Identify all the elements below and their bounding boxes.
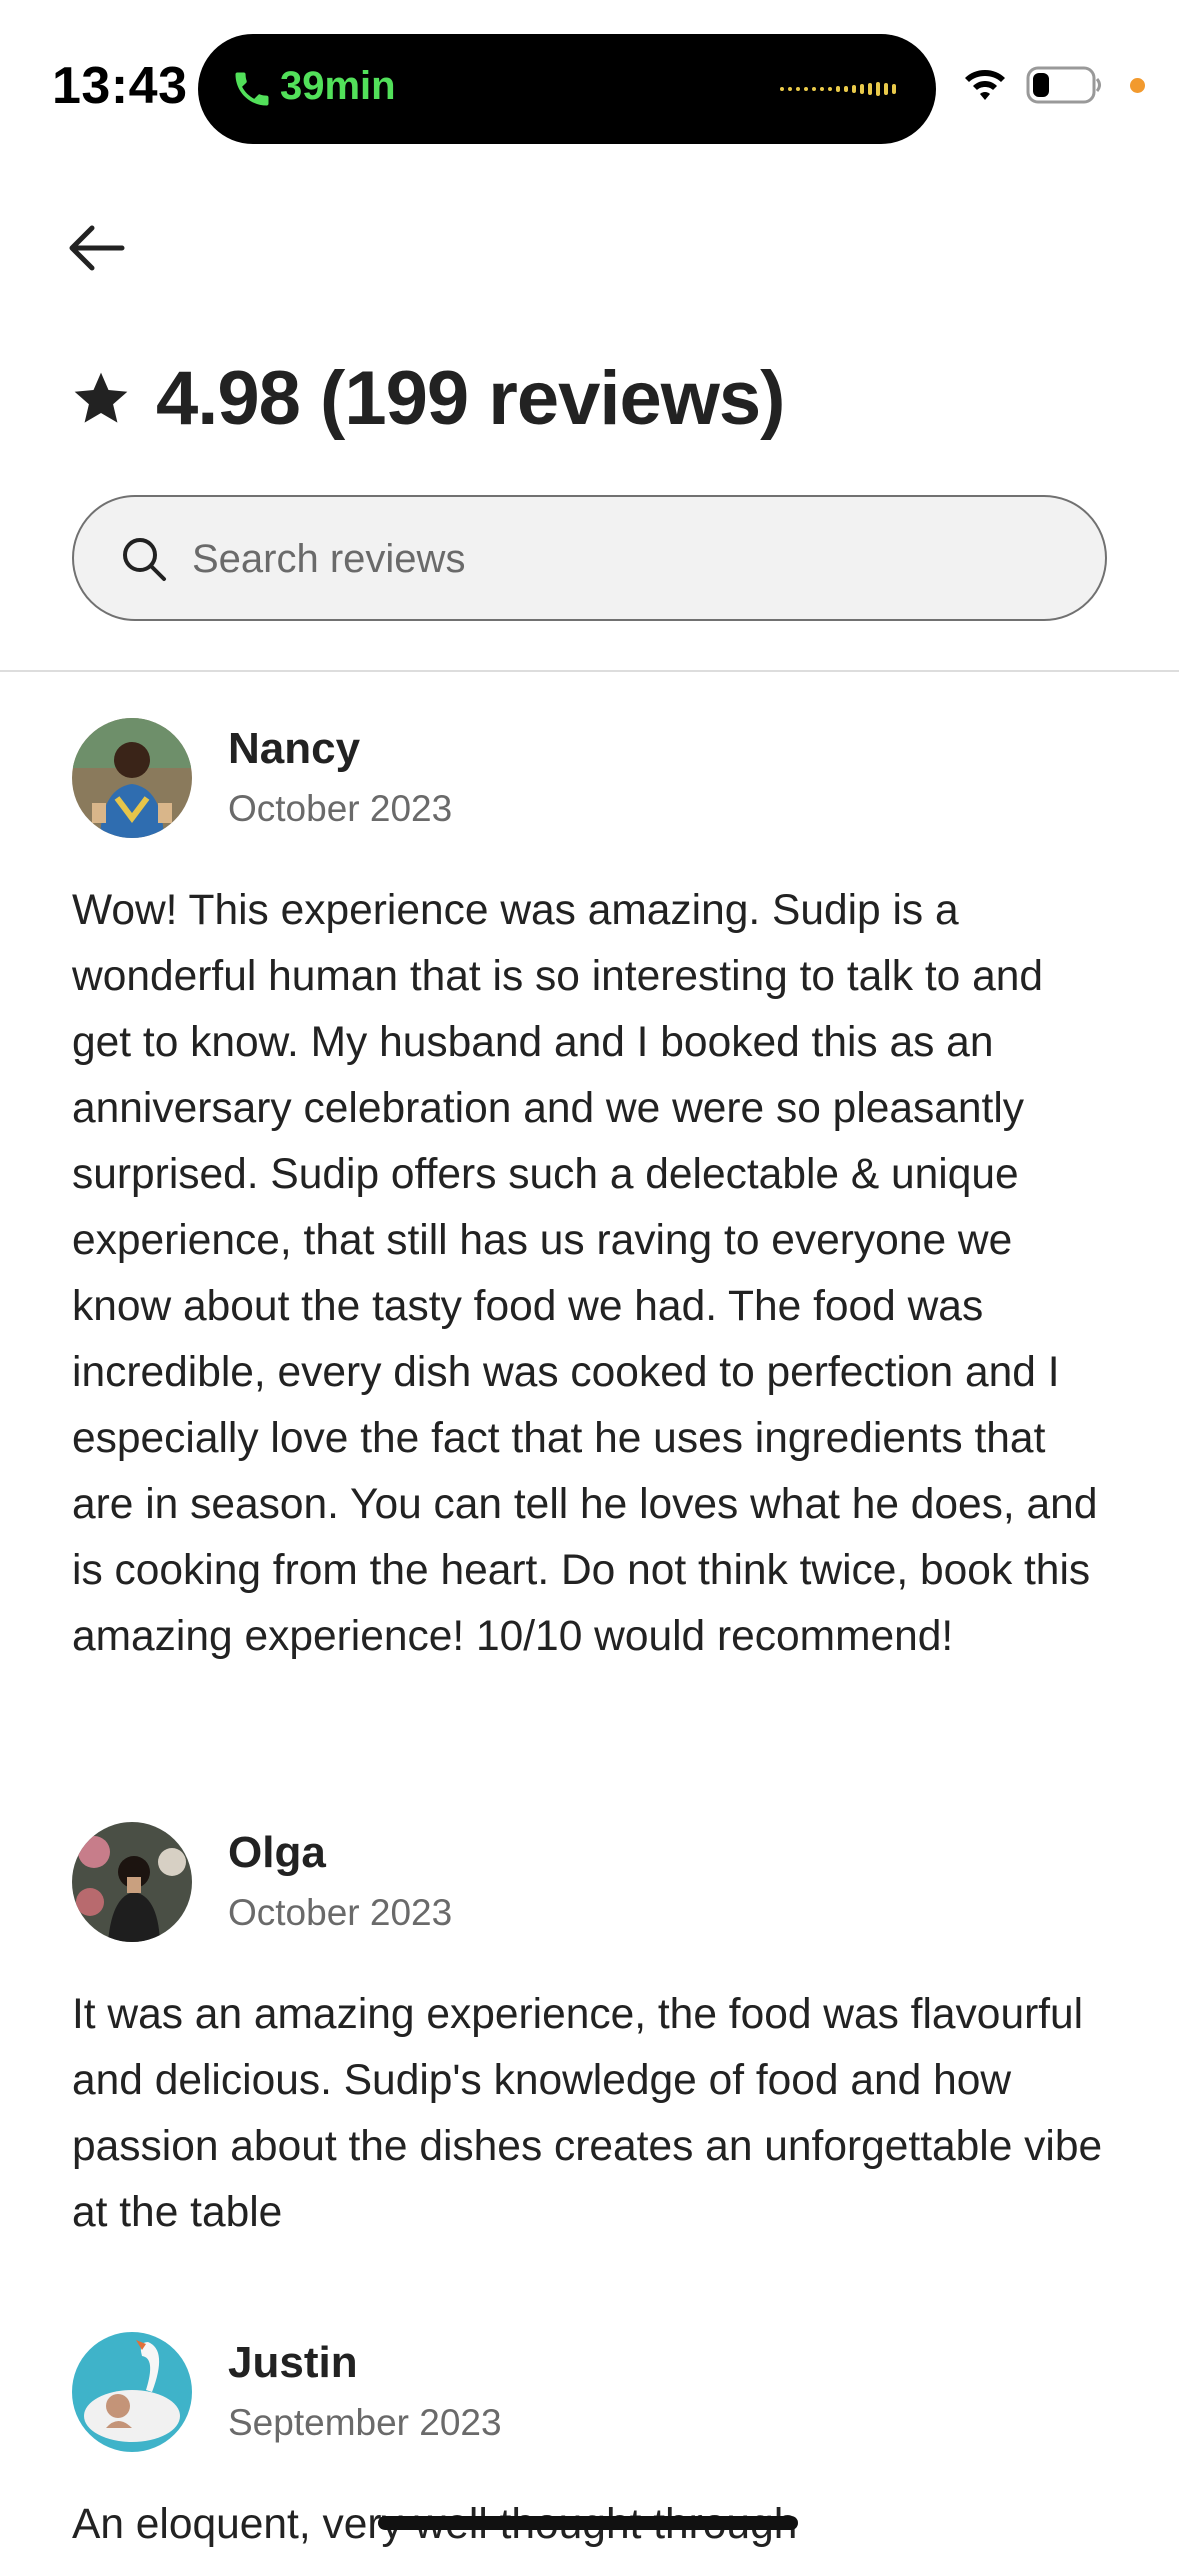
privacy-indicator-dot xyxy=(1130,78,1145,93)
review-item: Nancy October 2023 Wow! This experience … xyxy=(72,718,1112,1670)
avatar[interactable] xyxy=(72,718,192,838)
review-date: September 2023 xyxy=(228,2402,502,2443)
star-icon xyxy=(74,372,128,423)
rating-summary: 4.98 (199 reviews) xyxy=(72,348,785,448)
reviewer-name: Olga xyxy=(228,1828,326,1877)
audio-wave-icon xyxy=(780,82,896,96)
reviewer-name: Justin xyxy=(228,2338,358,2387)
rating-text: 4.98 (199 reviews) xyxy=(156,355,785,441)
review-header: Olga October 2023 xyxy=(72,1822,1112,1944)
call-duration: 39min xyxy=(280,64,396,108)
review-text: Wow! This experience was amazing. Sudip … xyxy=(72,887,1098,1660)
home-indicator[interactable] xyxy=(378,2516,798,2530)
review-date: October 2023 xyxy=(228,788,453,829)
avatar[interactable] xyxy=(72,1822,192,1942)
status-time: 13:43 xyxy=(52,57,188,115)
active-call-pill[interactable]: 39min xyxy=(198,34,936,144)
wifi-icon xyxy=(965,70,1005,100)
status-bar: 13:43 39min xyxy=(0,0,1179,175)
review-date: October 2023 xyxy=(228,1892,453,1933)
back-button[interactable] xyxy=(62,220,128,276)
reviewer-name: Nancy xyxy=(228,724,361,773)
search-input[interactable] xyxy=(192,525,1072,593)
reviews-screen: 13:43 39min 4.98 (199 reviews) Search re… xyxy=(0,0,1179,2556)
search-icon xyxy=(123,538,166,581)
phone-icon xyxy=(235,72,269,106)
battery-icon xyxy=(1026,66,1101,104)
search-reviews-box[interactable] xyxy=(72,495,1107,621)
review-header: Nancy October 2023 xyxy=(72,718,1112,840)
review-item: Olga October 2023 It was an amazing expe… xyxy=(72,1822,1112,2246)
avatar[interactable] xyxy=(72,2332,192,2452)
review-text: It was an amazing experience, the food w… xyxy=(72,1991,1103,2236)
review-header: Justin September 2023 xyxy=(72,2332,1112,2454)
header-divider xyxy=(0,670,1179,672)
